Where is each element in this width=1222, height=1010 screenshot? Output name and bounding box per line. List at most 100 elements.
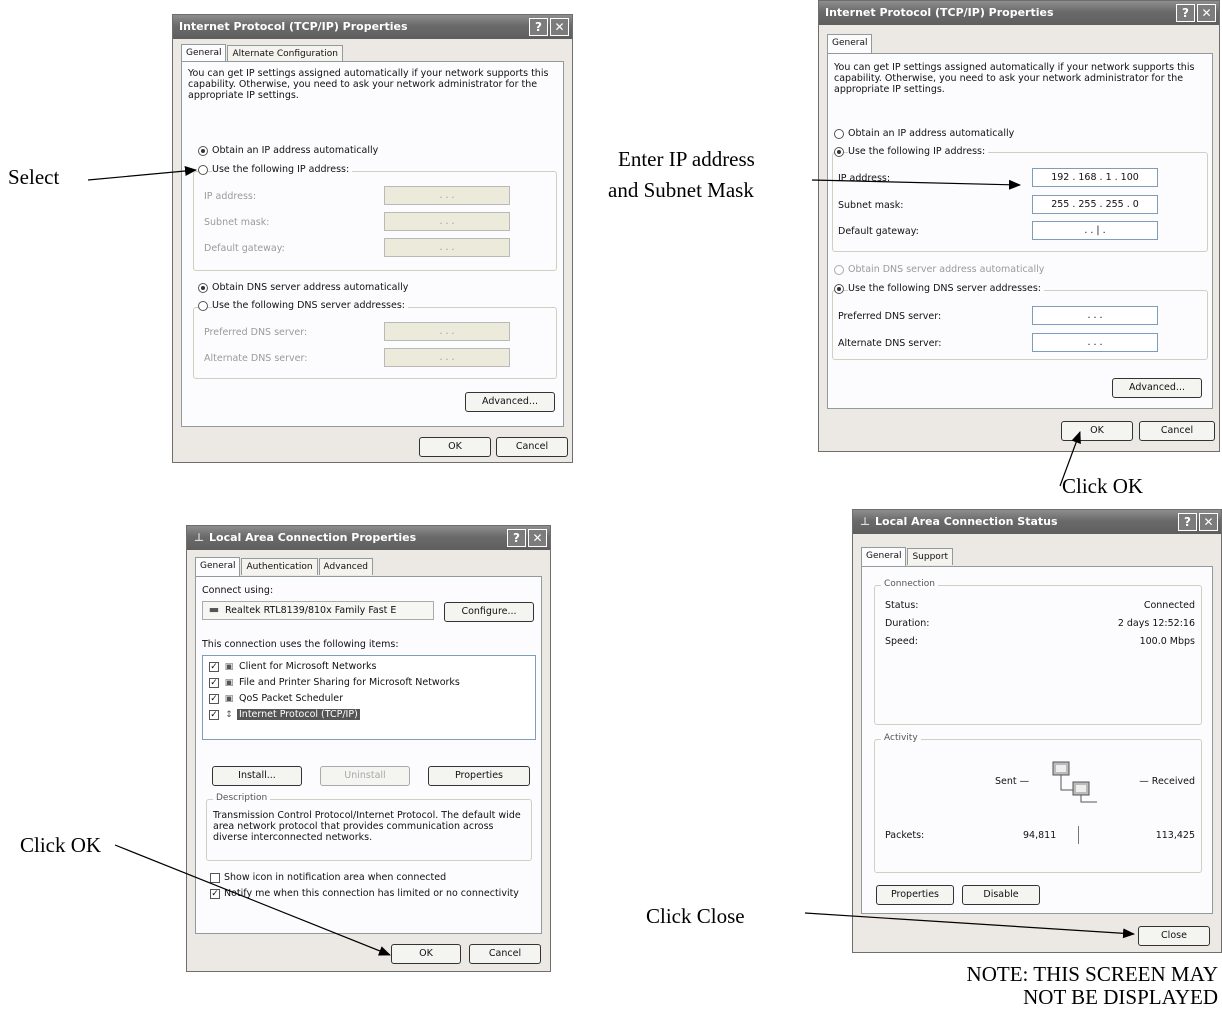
subnet-mask-field[interactable]: 255 . 255 . 255 . 0 — [1032, 195, 1158, 214]
status-label: Status: — [885, 600, 919, 611]
use-following-ip-radio[interactable] — [834, 147, 844, 157]
advanced-button[interactable]: Advanced... — [1112, 378, 1202, 398]
general-tab-panel: You can get IP settings assigned automat… — [827, 53, 1213, 409]
description-text: You can get IP settings assigned automat… — [188, 68, 549, 101]
obtain-dns-auto-radio[interactable] — [198, 283, 208, 293]
ip-address-label: IP address: — [838, 173, 891, 184]
title-bar[interactable]: Internet Protocol (TCP/IP) Properties — [819, 1, 1219, 25]
adapter-field: Realtek RTL8139/810x Family Fast E — [202, 601, 434, 620]
title-text: Local Area Connection Properties — [209, 531, 417, 544]
show-icon-label: Show icon in notification area when conn… — [224, 872, 447, 883]
ok-button[interactable]: OK — [419, 437, 491, 457]
cancel-button[interactable]: Cancel — [469, 944, 541, 964]
preferred-dns-label: Preferred DNS server: — [838, 311, 942, 322]
enter-ip-callout-line2: and Subnet Mask — [608, 178, 754, 202]
notify-checkbox[interactable]: ✓ — [210, 889, 220, 899]
preferred-dns-field[interactable]: . . . — [1032, 306, 1158, 325]
advanced-button[interactable]: Advanced... — [465, 392, 555, 412]
tab-strip: General Alternate Configuration — [181, 43, 344, 63]
speed-label: Speed: — [885, 636, 918, 647]
connection-group: Connection Status: Connected Duration: 2… — [874, 579, 1202, 725]
obtain-ip-auto-radio[interactable] — [198, 146, 208, 156]
help-icon[interactable]: ? — [529, 18, 548, 36]
close-icon[interactable]: ✕ — [550, 18, 569, 36]
close-icon[interactable]: ✕ — [1199, 513, 1218, 531]
title-bar[interactable]: ⊥ Local Area Connection Status — [853, 510, 1221, 534]
preferred-dns-field[interactable]: . . . — [384, 322, 510, 341]
activity-group: Activity Sent — — Received Packets: 94,8… — [874, 733, 1202, 873]
description-text: You can get IP settings assigned automat… — [834, 62, 1195, 95]
properties-button[interactable]: Properties — [428, 766, 530, 786]
network-connection-icon: ⊥ — [193, 531, 205, 544]
network-adapter-icon: ▬ — [208, 603, 220, 616]
ip-address-field[interactable]: 192 . 168 . 1 . 100 — [1032, 168, 1158, 187]
help-icon[interactable]: ? — [1176, 4, 1195, 22]
list-item-checkbox[interactable]: ✓ — [209, 710, 219, 720]
default-gateway-label: Default gateway: — [838, 226, 919, 237]
notify-label: Notify me when this connection has limit… — [224, 888, 519, 899]
tab-general[interactable]: General — [827, 34, 873, 53]
sent-label: Sent — — [995, 776, 1030, 787]
list-item[interactable]: File and Printer Sharing for Microsoft N… — [239, 677, 460, 688]
list-item[interactable]: Client for Microsoft Networks — [239, 661, 376, 672]
properties-button[interactable]: Properties — [876, 885, 954, 905]
close-icon[interactable]: ✕ — [528, 529, 547, 547]
description-text: Transmission Control Protocol/Internet P… — [213, 810, 521, 843]
cancel-button[interactable]: Cancel — [496, 437, 568, 457]
alternate-dns-field[interactable]: . . . — [1032, 333, 1158, 352]
close-icon[interactable]: ✕ — [1197, 4, 1216, 22]
disable-button[interactable]: Disable — [962, 885, 1040, 905]
tab-support[interactable]: Support — [907, 548, 954, 565]
list-item-checkbox[interactable]: ✓ — [209, 662, 219, 672]
use-following-dns-label: Use the following DNS server addresses: — [848, 283, 1044, 294]
alternate-dns-field[interactable]: . . . — [384, 348, 510, 367]
title-bar[interactable]: Internet Protocol (TCP/IP) Properties — [173, 15, 572, 39]
ip-address-field[interactable]: . . . — [384, 186, 510, 205]
tab-alternate-configuration[interactable]: Alternate Configuration — [227, 45, 343, 62]
protocol-icon: ↕ — [225, 710, 233, 720]
obtain-ip-auto-radio[interactable] — [834, 129, 844, 139]
close-button[interactable]: Close — [1138, 926, 1210, 946]
list-item-checkbox[interactable]: ✓ — [209, 694, 219, 704]
use-following-ip-label: Use the following IP address: — [848, 146, 989, 157]
tab-advanced[interactable]: Advanced — [318, 558, 374, 575]
tab-authentication[interactable]: Authentication — [241, 558, 318, 575]
help-icon[interactable]: ? — [507, 529, 526, 547]
tab-general[interactable]: General — [195, 557, 241, 576]
speed-value: 100.0 Mbps — [1139, 636, 1195, 647]
qos-scheduler-icon: ▣ — [224, 694, 234, 704]
click-close-callout: Click Close — [646, 904, 745, 928]
adapter-name: Realtek RTL8139/810x Family Fast E — [225, 605, 397, 616]
connect-using-label: Connect using: — [202, 585, 274, 596]
packets-sent-value: 94,811 — [1023, 830, 1057, 841]
default-gateway-field[interactable]: . . . — [384, 238, 510, 257]
use-following-dns-radio[interactable] — [198, 301, 208, 311]
activity-legend: Activity — [881, 733, 921, 743]
subnet-mask-label: Subnet mask: — [204, 217, 270, 228]
ok-button[interactable]: OK — [391, 944, 461, 964]
note-line2: NOT BE DISPLAYED — [1023, 985, 1218, 1009]
use-following-dns-radio[interactable] — [834, 284, 844, 294]
obtain-dns-auto-radio[interactable] — [834, 265, 844, 275]
preferred-dns-label: Preferred DNS server: — [204, 327, 308, 338]
tab-general[interactable]: General — [861, 547, 907, 566]
default-gateway-field[interactable]: . . | . — [1032, 221, 1158, 240]
note-line1: NOTE: THIS SCREEN MAY — [966, 962, 1218, 986]
install-button[interactable]: Install... — [212, 766, 302, 786]
configure-button[interactable]: Configure... — [444, 602, 534, 622]
title-bar[interactable]: ⊥ Local Area Connection Properties — [187, 526, 550, 550]
show-icon-checkbox[interactable] — [210, 873, 220, 883]
list-item-checkbox[interactable]: ✓ — [209, 678, 219, 688]
list-item[interactable]: QoS Packet Scheduler — [239, 693, 343, 704]
subnet-mask-field[interactable]: . . . — [384, 212, 510, 231]
components-list[interactable]: ✓ ▣ Client for Microsoft Networks ✓ ▣ Fi… — [202, 655, 536, 740]
uninstall-button[interactable]: Uninstall — [320, 766, 410, 786]
use-following-ip-radio[interactable] — [198, 165, 208, 175]
obtain-dns-auto-label: Obtain DNS server address automatically — [212, 282, 409, 293]
help-icon[interactable]: ? — [1178, 513, 1197, 531]
use-following-ip-label: Use the following IP address: — [212, 164, 353, 175]
list-item-selected[interactable]: Internet Protocol (TCP/IP) — [237, 709, 360, 720]
obtain-ip-auto-label: Obtain an IP address automatically — [848, 128, 1015, 139]
ok-button[interactable]: OK — [1061, 421, 1133, 441]
cancel-button[interactable]: Cancel — [1139, 421, 1215, 441]
